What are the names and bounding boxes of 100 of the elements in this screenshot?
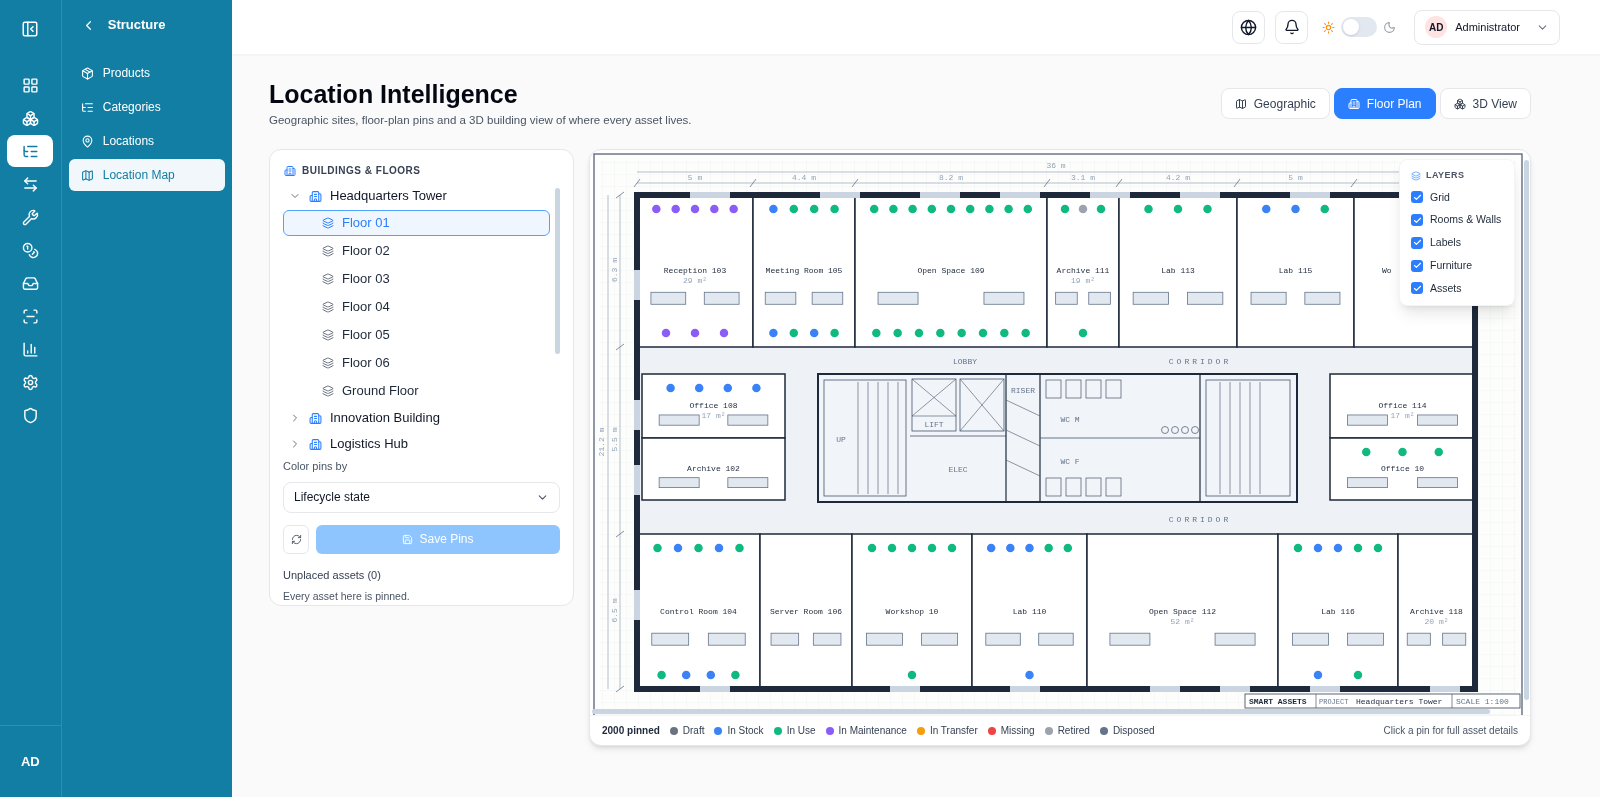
asset-pin[interactable] xyxy=(750,382,763,394)
asset-pin[interactable] xyxy=(1062,542,1074,554)
view-tab[interactable]: Geographic xyxy=(1220,88,1330,119)
asset-pin[interactable] xyxy=(1077,327,1089,339)
view-tab[interactable]: 3D View xyxy=(1439,88,1531,119)
building-item[interactable]: Logistics Hub xyxy=(283,432,550,456)
floor-item[interactable]: Floor 02 xyxy=(283,238,550,264)
asset-pin[interactable] xyxy=(767,327,780,339)
nav-button[interactable] xyxy=(7,135,54,167)
asset-pin[interactable] xyxy=(1360,446,1372,458)
layer-checkbox[interactable] xyxy=(1411,214,1423,227)
asset-pin[interactable] xyxy=(955,327,968,339)
user-menu-button[interactable]: AD Administrator xyxy=(1414,9,1560,45)
color-by-select[interactable]: Lifecycle state xyxy=(283,481,560,513)
scrollbar[interactable] xyxy=(592,709,1490,714)
asset-pin[interactable] xyxy=(906,203,919,215)
asset-pin[interactable] xyxy=(934,327,947,339)
asset-pin[interactable] xyxy=(913,327,925,339)
floor-item[interactable]: Floor 03 xyxy=(283,266,550,292)
asset-pin[interactable] xyxy=(1319,203,1331,215)
language-button[interactable] xyxy=(1232,10,1266,44)
asset-pin[interactable] xyxy=(1042,542,1055,554)
asset-pin[interactable] xyxy=(708,203,721,215)
layer-checkbox[interactable] xyxy=(1411,191,1423,204)
asset-pin[interactable] xyxy=(828,203,841,215)
asset-pin[interactable] xyxy=(1002,203,1015,215)
asset-pin[interactable] xyxy=(767,203,780,215)
asset-pin[interactable] xyxy=(886,542,898,554)
view-tab[interactable]: Floor Plan xyxy=(1333,88,1436,119)
asset-pin[interactable] xyxy=(1352,669,1364,681)
asset-pin[interactable] xyxy=(1142,203,1155,215)
asset-pin[interactable] xyxy=(964,203,976,215)
asset-pin[interactable] xyxy=(733,542,746,554)
asset-pin[interactable] xyxy=(689,203,701,215)
asset-pin[interactable] xyxy=(926,542,938,554)
asset-pin[interactable] xyxy=(1077,203,1089,215)
asset-pin[interactable] xyxy=(1289,203,1302,215)
asset-pin[interactable] xyxy=(985,542,997,554)
refresh-button[interactable] xyxy=(283,524,309,554)
layer-checkbox[interactable] xyxy=(1411,236,1423,249)
asset-pin[interactable] xyxy=(788,203,800,215)
asset-pin[interactable] xyxy=(689,327,701,339)
asset-pin[interactable] xyxy=(693,382,705,394)
building-item[interactable]: Innovation Building xyxy=(283,406,550,430)
layer-checkbox[interactable] xyxy=(1411,282,1423,295)
layer-checkbox[interactable] xyxy=(1411,259,1423,272)
asset-pin[interactable] xyxy=(664,382,677,394)
asset-pin[interactable] xyxy=(1332,542,1344,554)
asset-pin[interactable] xyxy=(672,542,684,554)
asset-pin[interactable] xyxy=(945,203,957,215)
asset-pin[interactable] xyxy=(650,203,663,215)
asset-pin[interactable] xyxy=(1023,542,1036,554)
asset-pin[interactable] xyxy=(1312,669,1324,681)
building-item[interactable]: Headquarters Tower xyxy=(283,184,550,208)
asset-pin[interactable] xyxy=(906,542,918,554)
theme-switch[interactable] xyxy=(1341,17,1378,37)
asset-pin[interactable] xyxy=(651,542,664,554)
asset-pin[interactable] xyxy=(1019,327,1032,339)
nav-item[interactable]: Location Map xyxy=(68,159,225,191)
user-initials[interactable]: AD xyxy=(20,751,40,772)
asset-pin[interactable] xyxy=(692,542,705,554)
asset-pin[interactable] xyxy=(1260,203,1272,215)
asset-pin[interactable] xyxy=(1022,203,1034,215)
asset-pin[interactable] xyxy=(713,542,725,554)
asset-pin[interactable] xyxy=(1372,542,1384,554)
asset-pin[interactable] xyxy=(977,327,989,339)
asset-pin[interactable] xyxy=(1352,542,1364,554)
asset-pin[interactable] xyxy=(718,327,730,339)
asset-pin[interactable] xyxy=(946,542,958,554)
asset-pin[interactable] xyxy=(887,203,900,215)
floor-item[interactable]: Ground Floor xyxy=(283,378,550,404)
asset-pin[interactable] xyxy=(1059,203,1071,215)
asset-pin[interactable] xyxy=(1004,542,1017,554)
asset-pin[interactable] xyxy=(808,327,820,339)
asset-pin[interactable] xyxy=(655,669,668,681)
asset-pin[interactable] xyxy=(680,669,692,681)
asset-pin[interactable] xyxy=(866,542,878,554)
asset-pin[interactable] xyxy=(983,203,996,215)
asset-pin[interactable] xyxy=(1172,203,1184,215)
asset-pin[interactable] xyxy=(998,327,1011,339)
asset-pin[interactable] xyxy=(1292,542,1304,554)
floor-item[interactable]: Floor 05 xyxy=(283,322,550,348)
asset-pin[interactable] xyxy=(870,327,883,339)
asset-pin[interactable] xyxy=(828,327,841,339)
asset-pin[interactable] xyxy=(1023,669,1036,681)
asset-pin[interactable] xyxy=(926,203,938,215)
asset-pin[interactable] xyxy=(722,382,734,394)
asset-pin[interactable] xyxy=(891,327,904,339)
nav-item[interactable]: Products xyxy=(68,57,225,89)
notifications-button[interactable] xyxy=(1275,10,1309,44)
asset-pin[interactable] xyxy=(660,327,672,339)
nav-item[interactable]: Categories xyxy=(68,91,225,123)
scrollbar[interactable] xyxy=(1524,160,1529,700)
asset-pin[interactable] xyxy=(1433,446,1445,458)
asset-pin[interactable] xyxy=(1095,203,1107,215)
asset-pin[interactable] xyxy=(1312,542,1324,554)
asset-pin[interactable] xyxy=(669,203,682,215)
asset-pin[interactable] xyxy=(868,203,880,215)
asset-pin[interactable] xyxy=(1396,446,1409,458)
floor-item[interactable]: Floor 01 xyxy=(283,210,550,236)
